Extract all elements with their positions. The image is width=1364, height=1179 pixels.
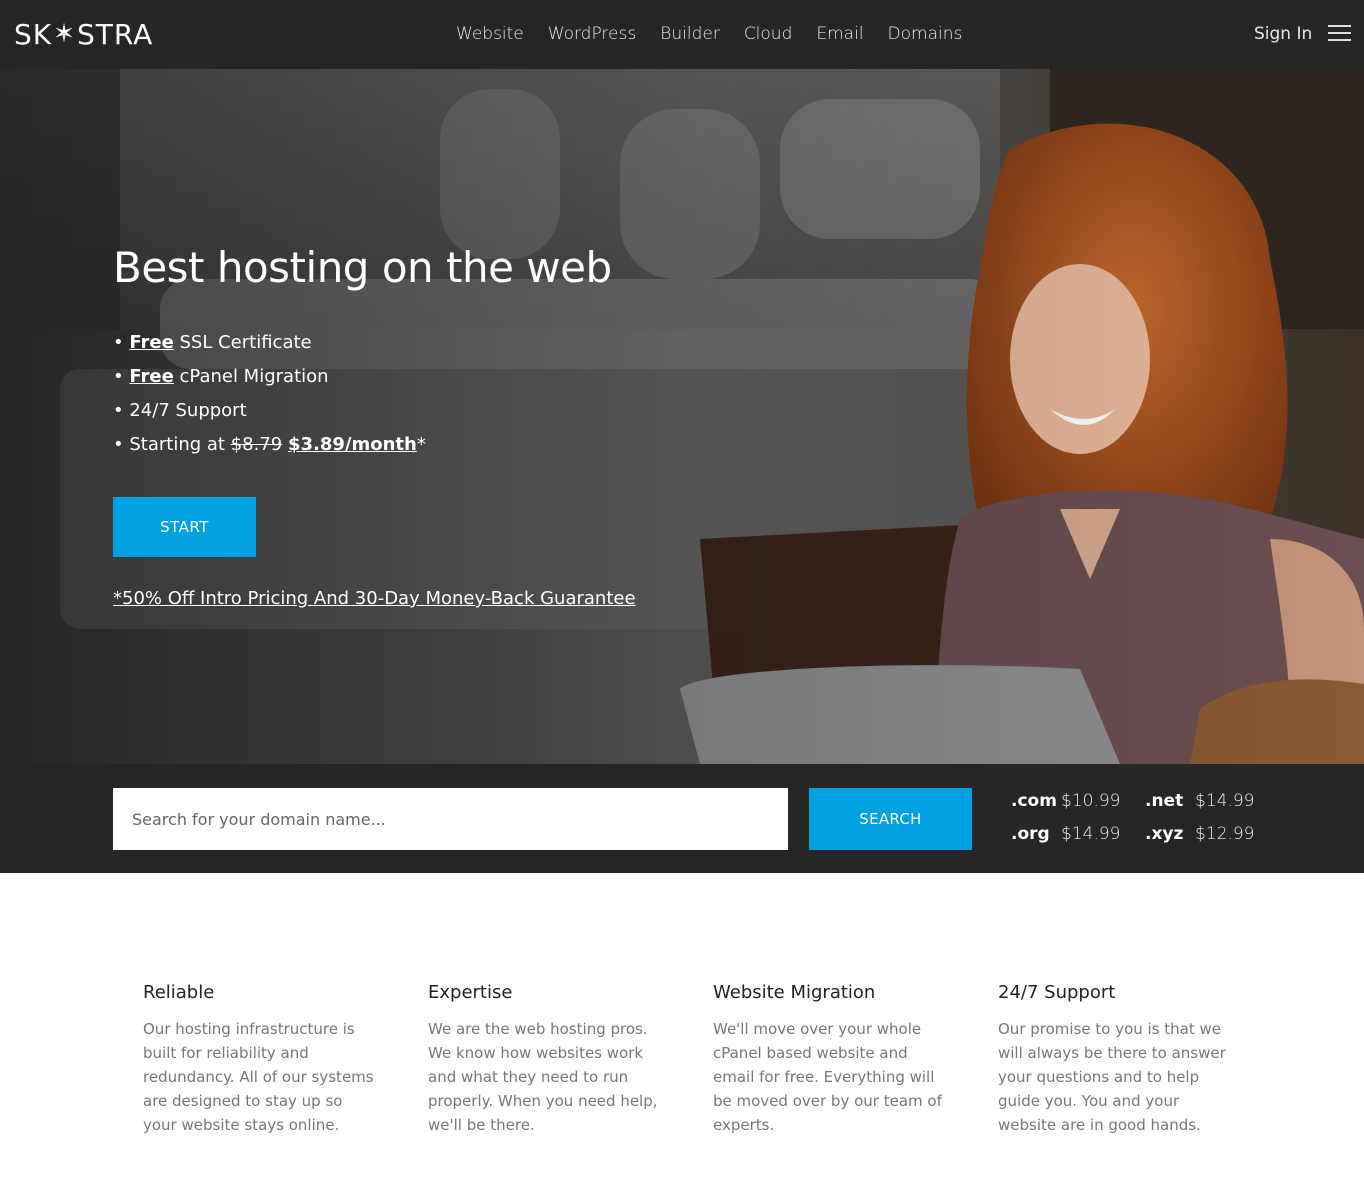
hero-feature-list: Free SSL Certificate Free cPanel Migrati… <box>113 326 426 462</box>
new-price-link[interactable]: $3.89/month <box>288 434 417 455</box>
main-nav-links: Website WordPress Builder Cloud Email Do… <box>456 20 986 48</box>
nav-link-website[interactable]: Website <box>456 20 524 48</box>
feature-reliable: Reliable Our hosting infrastructure is b… <box>143 982 379 1137</box>
feature-text: Our hosting infrastructure is built for … <box>143 1020 374 1134</box>
promo-guarantee-link[interactable]: *50% Off Intro Pricing And 30-Day Money-… <box>113 588 636 609</box>
pricing-prefix: Starting at <box>129 434 231 455</box>
hero-bullet-migration: Free cPanel Migration <box>113 360 426 394</box>
feature-text: We are the web hosting pros. We know how… <box>428 1020 658 1134</box>
feature-title: 24/7 Support <box>998 982 1116 1003</box>
tld-ext: .org <box>1011 824 1050 844</box>
nav-link-email[interactable]: Email <box>816 20 863 48</box>
logo-text-start: SK <box>14 17 53 51</box>
nav-link-builder[interactable]: Builder <box>660 20 720 48</box>
pricing-asterisk: * <box>416 434 426 455</box>
tld-price: $14.99 <box>1195 791 1255 811</box>
domain-search-input[interactable] <box>113 788 788 850</box>
skystra-logo[interactable]: SK ✶ STRA <box>14 17 153 51</box>
nav-link-cloud[interactable]: Cloud <box>744 20 793 48</box>
tld-price-com: .com $10.99 <box>1011 791 1120 811</box>
feature-support: 24/7 Support Our promise to you is that … <box>998 982 1234 1137</box>
feature-text: Our promise to you is that we will alway… <box>998 1020 1226 1134</box>
hero-bullet-ssl: Free SSL Certificate <box>113 326 426 360</box>
tld-price: $10.99 <box>1061 791 1121 811</box>
tld-price: $14.99 <box>1061 824 1121 844</box>
free-migration-link[interactable]: Free <box>129 366 173 387</box>
hero-bullet-support: 24/7 Support <box>113 394 426 428</box>
tld-price: $12.99 <box>1195 824 1255 844</box>
support-text: 24/7 Support <box>129 400 247 421</box>
migration-text: cPanel Migration <box>173 366 329 387</box>
domain-search-button[interactable]: SEARCH <box>809 788 972 850</box>
old-price: $8.79 <box>230 434 283 455</box>
top-nav: SK ✶ STRA Website WordPress Builder Clou… <box>0 0 1364 69</box>
hero-title: Best hosting on the web <box>113 243 612 292</box>
tld-price-net: .net $14.99 <box>1145 791 1254 811</box>
hero-bullet-pricing: Starting at $8.79 $3.89/month* <box>113 428 426 462</box>
nav-link-wordpress[interactable]: WordPress <box>548 20 636 48</box>
tld-price-xyz: .xyz $12.99 <box>1145 824 1254 844</box>
tld-ext: .xyz <box>1145 824 1184 844</box>
feature-website-migration: Website Migration We'll move over your w… <box>713 982 949 1137</box>
feature-text: We'll move over your whole cPanel based … <box>713 1020 942 1134</box>
feature-title: Reliable <box>143 982 215 1003</box>
tld-ext: .net <box>1145 791 1184 811</box>
ssl-text: SSL Certificate <box>173 332 312 353</box>
start-button[interactable]: START <box>113 497 256 557</box>
hamburger-icon[interactable] <box>1328 25 1351 43</box>
tld-ext: .com <box>1011 791 1057 811</box>
logo-text-end: STRA <box>76 17 154 51</box>
star-icon: ✶ <box>53 19 76 49</box>
free-ssl-link[interactable]: Free <box>129 332 173 353</box>
sign-in-link[interactable]: Sign In <box>1254 20 1312 48</box>
feature-title: Website Migration <box>713 982 876 1003</box>
domain-search-bar: SEARCH .com $10.99 .net $14.99 .org $14.… <box>0 764 1364 873</box>
nav-link-domains[interactable]: Domains <box>888 20 963 48</box>
feature-title: Expertise <box>428 982 513 1003</box>
hero-section: Best hosting on the web Free SSL Certifi… <box>0 69 1364 764</box>
tld-price-org: .org $14.99 <box>1011 824 1120 844</box>
feature-expertise: Expertise We are the web hosting pros. W… <box>428 982 664 1137</box>
